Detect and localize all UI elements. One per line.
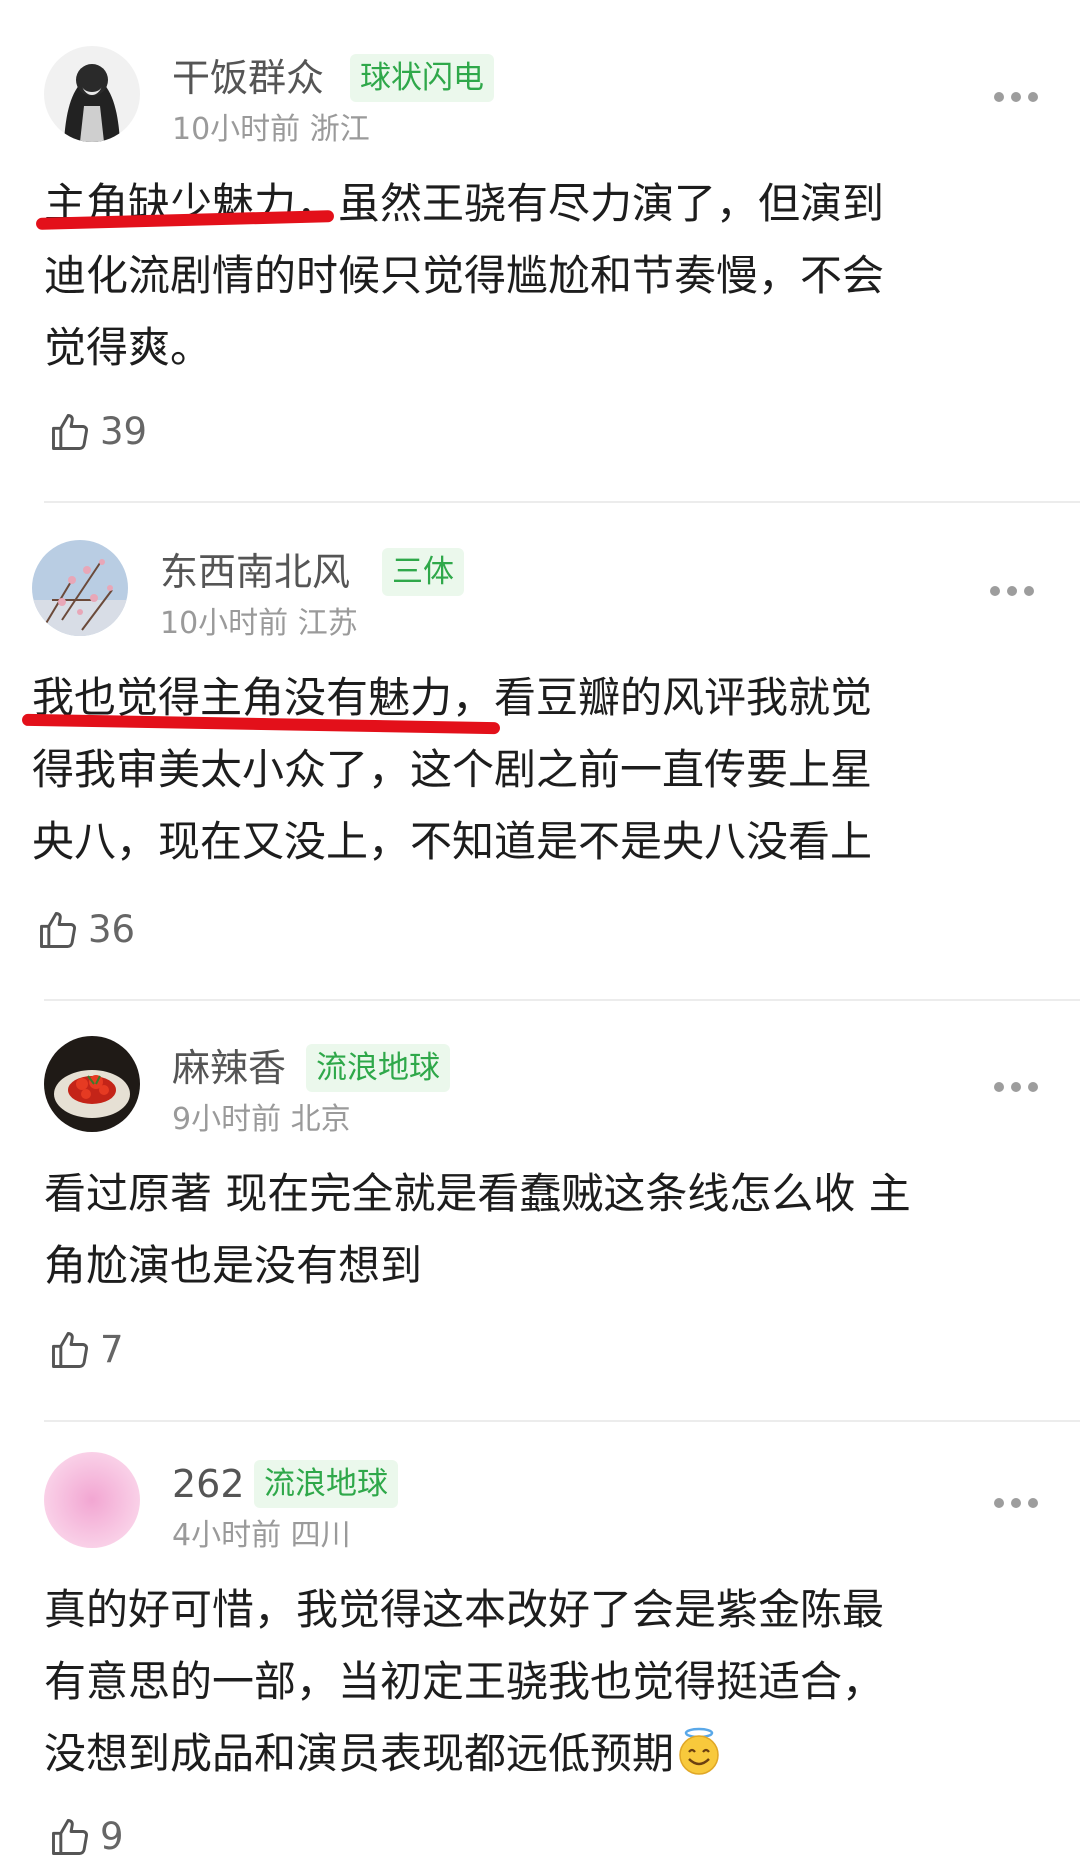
comment-line-with-emoji: 没想到成品和演员表现都远低预期 — [44, 1718, 884, 1790]
comment-text: 主角缺少魅力，虽然王骁有尽力演了，但演到 迪化流剧情的时候只觉得尴尬和节奏慢，不… — [44, 168, 884, 384]
comment-line: 觉得爽。 — [44, 323, 213, 372]
avatar[interactable] — [32, 540, 128, 636]
more-dots-icon[interactable] — [994, 92, 1038, 104]
like-button[interactable]: 9 — [48, 1812, 124, 1862]
avatar[interactable] — [44, 1036, 140, 1132]
thumbs-up-icon — [48, 1815, 92, 1859]
avatar[interactable] — [44, 1452, 140, 1548]
comment-time: 9小时前 — [172, 1102, 282, 1137]
thumbs-up-icon — [48, 1328, 92, 1372]
like-count: 7 — [100, 1328, 124, 1371]
comment-text: 我也觉得主角没有魅力，看豆瓣的风评我就觉 得我审美太小众了，这个剧之前一直传要上… — [32, 662, 872, 878]
divider — [44, 1420, 1080, 1422]
comment-line: 没想到成品和演员表现都远低预期 — [44, 1729, 675, 1778]
comment-location: 浙江 — [309, 112, 370, 147]
comment-meta: 10小时前 浙江 — [172, 110, 370, 150]
comment-meta: 9小时前 北京 — [172, 1100, 351, 1140]
like-count: 36 — [88, 908, 136, 951]
user-badge: 球状闪电 — [350, 54, 494, 102]
comment-line: 角尬演也是没有想到 — [44, 1241, 423, 1290]
user-badge: 流浪地球 — [306, 1044, 450, 1092]
like-button[interactable]: 36 — [36, 905, 135, 955]
comment-line: 看过原著 现在完全就是看蠢贼这条线怎么收 主 — [44, 1169, 911, 1218]
user-badge: 流浪地球 — [254, 1460, 398, 1508]
halo-smile-emoji — [674, 1726, 724, 1776]
more-dots-icon[interactable] — [990, 586, 1034, 598]
like-count: 39 — [100, 410, 148, 453]
username[interactable]: 262 — [172, 1460, 245, 1508]
comment-text: 看过原著 现在完全就是看蠢贼这条线怎么收 主 角尬演也是没有想到 — [44, 1158, 911, 1302]
comment-line: 得我审美太小众了，这个剧之前一直传要上星 — [32, 745, 873, 794]
comment-time: 10小时前 — [160, 606, 289, 641]
comment-location: 江苏 — [297, 606, 358, 641]
comment-meta: 10小时前 江苏 — [160, 604, 358, 644]
comment-line: 央八，现在又没上，不知道是不是央八没看上 — [32, 817, 873, 866]
comment-line: 真的好可惜，我觉得这本改好了会是紫金陈最 — [44, 1585, 885, 1634]
comment-meta: 4小时前 四川 — [172, 1516, 351, 1556]
username[interactable]: 干饭群众 — [172, 54, 324, 102]
thumbs-up-icon — [36, 908, 80, 952]
username[interactable]: 麻辣香 — [172, 1044, 286, 1092]
user-badge: 三体 — [382, 548, 464, 596]
comment-line: 迪化流剧情的时候只觉得尴尬和节奏慢，不会 — [44, 251, 885, 300]
divider — [44, 999, 1080, 1001]
username[interactable]: 东西南北风 — [160, 548, 350, 596]
comment-line: 主角缺少魅力，虽然王骁有尽力演了，但演到 — [44, 179, 885, 228]
comment-time: 10小时前 — [172, 112, 301, 147]
more-dots-icon[interactable] — [994, 1498, 1038, 1510]
thumbs-up-icon — [48, 410, 92, 454]
like-count: 9 — [100, 1815, 124, 1858]
comment-location: 北京 — [290, 1102, 351, 1137]
comment-location: 四川 — [290, 1518, 351, 1553]
more-dots-icon[interactable] — [994, 1082, 1038, 1094]
comment-text: 真的好可惜，我觉得这本改好了会是紫金陈最 有意思的一部，当初定王骁我也觉得挺适合… — [44, 1574, 884, 1790]
divider — [44, 501, 1080, 503]
comment-line: 有意思的一部，当初定王骁我也觉得挺适合， — [44, 1657, 885, 1706]
comment-time: 4小时前 — [172, 1518, 282, 1553]
avatar[interactable] — [44, 46, 140, 142]
like-button[interactable]: 7 — [48, 1325, 124, 1375]
like-button[interactable]: 39 — [48, 407, 147, 457]
